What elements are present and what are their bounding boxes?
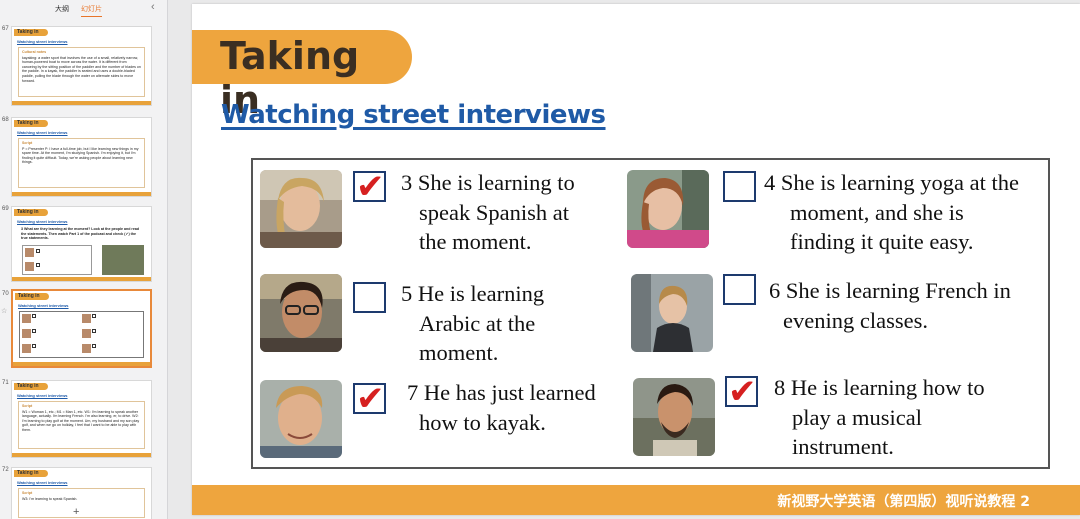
person-photo xyxy=(627,170,709,248)
animation-star-icon: ☆ xyxy=(1,308,8,315)
slide-thumbnail[interactable]: Taking in Watching street interviews Scr… xyxy=(11,467,152,519)
checkmark-icon: ✔ xyxy=(356,167,385,207)
thumb-box-title: Script xyxy=(22,141,33,145)
footer-bar: 新视野大学英语（第四版）视听说教程 2 xyxy=(192,485,1080,515)
collapse-panel-icon[interactable]: ‹ xyxy=(151,1,155,13)
statement-line: finding it quite easy. xyxy=(790,229,974,254)
tab-slides[interactable]: 幻灯片 xyxy=(81,4,102,17)
footer-text: 新视野大学英语（第四版）视听说教程 2 xyxy=(777,494,1030,510)
thumb-box-title: Cultural notes xyxy=(22,50,47,54)
thumb-footer xyxy=(12,453,151,457)
statement-8: 8 He is learning how to play a musical i… xyxy=(774,373,985,462)
thumb-subtitle: Watching street interviews xyxy=(17,393,68,398)
statement-6: 6 She is learning French in evening clas… xyxy=(769,276,1011,335)
thumb-footer xyxy=(13,362,150,366)
statement-line: moment, and she is xyxy=(790,199,964,225)
thumb-tag: Taking in xyxy=(14,120,48,127)
thumb-footer xyxy=(12,192,151,196)
statement-line: moment. xyxy=(419,340,499,365)
statement-3: 3 She is learning to speak Spanish at th… xyxy=(401,168,575,257)
statement-line: how to kayak. xyxy=(419,409,546,435)
exercise-box: ✔ 3 She is learning to speak Spanish at … xyxy=(251,158,1050,469)
statement-line: 7 He has just learned xyxy=(407,380,596,405)
statement-7: 7 He has just learned how to kayak. xyxy=(407,378,596,437)
thumb-box: Script W3: I'm learning to speak Spanish… xyxy=(18,488,145,518)
thumb-box-text: kayaking: a water sport that involves th… xyxy=(22,55,141,83)
checkbox-item-3[interactable]: ✔ xyxy=(353,167,386,207)
panel-header: 大纲 幻灯片 ‹ xyxy=(0,0,167,18)
thumb-box-title: Script xyxy=(22,491,33,495)
thumb-subtitle: Watching street interviews xyxy=(17,480,68,485)
thumb-subtitle: Watching street interviews xyxy=(17,219,68,224)
thumb-tag: Taking in xyxy=(14,29,48,36)
checkbox-item-6[interactable] xyxy=(723,274,756,305)
slide-thumbnail[interactable]: Taking in Watching street interviews Cul… xyxy=(11,26,152,106)
statement-5: 5 He is learning Arabic at the moment. xyxy=(401,279,544,368)
checkmark-icon: ✔ xyxy=(728,372,757,412)
slide-number: 67 xyxy=(2,26,9,32)
thumb-tag: Taking in xyxy=(15,293,49,300)
thumb-box-text: W1 = Woman 1, etc.; M1 = Man 1, etc. W1:… xyxy=(22,409,140,432)
person-photo xyxy=(260,380,342,458)
slide-subtitle[interactable]: Watching street interviews xyxy=(221,100,606,130)
statement-line: 8 He is learning how to xyxy=(774,375,985,400)
statement-line: 3 She is learning to xyxy=(401,170,575,195)
slide-thumbnail-selected[interactable]: Taking in Watching street interviews xyxy=(11,289,152,368)
add-slide-button[interactable]: + xyxy=(73,506,79,518)
checkbox-item-5[interactable] xyxy=(353,282,386,313)
thumb-box-title: Script xyxy=(22,404,33,408)
checkbox-item-4[interactable] xyxy=(723,171,756,202)
checkbox-item-7[interactable]: ✔ xyxy=(353,379,386,419)
slide-number: 68 xyxy=(2,117,9,123)
thumb-footer xyxy=(12,101,151,105)
statement-line: 4 She is learning yoga at the xyxy=(764,170,1019,195)
statement-line: instrument. xyxy=(792,434,894,459)
thumb-tag: Taking in xyxy=(14,470,48,477)
thumb-mini-grid xyxy=(19,311,144,358)
slide-thumbnail[interactable]: Taking in Watching street interviews 3 W… xyxy=(11,206,152,282)
slide-canvas[interactable]: Taking in Watching street interviews ✔ 3… xyxy=(192,4,1080,515)
slide-number: 71 xyxy=(2,380,9,386)
statement-line: Arabic at the xyxy=(419,310,536,336)
thumb-subtitle: Watching street interviews xyxy=(18,303,69,308)
statement-4: 4 She is learning yoga at the moment, an… xyxy=(764,168,1019,257)
slide-thumbnail-panel: 大纲 幻灯片 ‹ 67 Taking in Watching street in… xyxy=(0,0,168,519)
thumb-tag: Taking in xyxy=(14,383,48,390)
slide-number: 72 xyxy=(2,467,9,473)
statement-line: speak Spanish at xyxy=(419,199,569,225)
thumb-tag: Taking in xyxy=(14,209,48,216)
thumb-subtitle: Watching street interviews xyxy=(17,130,68,135)
statement-line: 5 He is learning xyxy=(401,281,545,306)
thumb-box: Script P = Presenter P: I have a full-ti… xyxy=(18,138,145,188)
statement-line: the moment. xyxy=(419,229,532,254)
slide-thumbnail[interactable]: Taking in Watching street interviews Scr… xyxy=(11,380,152,458)
person-photo xyxy=(260,274,342,352)
title-tab: Taking in xyxy=(192,30,412,122)
statement-line: evening classes. xyxy=(783,307,928,333)
slide-thumbnail[interactable]: Taking in Watching street interviews Scr… xyxy=(11,117,152,197)
tab-outline[interactable]: 大纲 xyxy=(55,4,69,14)
statement-line: play a musical xyxy=(792,404,922,430)
checkmark-icon: ✔ xyxy=(356,379,385,419)
person-photo xyxy=(633,378,715,456)
slide-number: 69 xyxy=(2,206,9,212)
thumb-box: Script W1 = Woman 1, etc.; M1 = Man 1, e… xyxy=(18,401,145,449)
checkbox-item-8[interactable]: ✔ xyxy=(725,372,758,412)
statement-line: 6 She is learning French in xyxy=(769,278,1011,303)
person-photo xyxy=(631,274,713,352)
thumb-box-text: W3: I'm learning to speak Spanish. xyxy=(22,496,78,501)
thumb-mini-grid xyxy=(22,245,92,275)
thumb-box: Cultural notes kayaking: a water sport t… xyxy=(18,47,145,97)
thumb-box-text: P = Presenter P: I have a full-time job,… xyxy=(22,146,139,165)
slide-number: 70 xyxy=(2,291,9,297)
thumb-subtitle: Watching street interviews xyxy=(17,39,68,44)
thumb-video-still xyxy=(102,245,144,275)
thumb-footer xyxy=(12,277,151,281)
thumb-box-text: 3 What are they learning at the moment? … xyxy=(21,227,140,241)
person-photo xyxy=(260,170,342,248)
